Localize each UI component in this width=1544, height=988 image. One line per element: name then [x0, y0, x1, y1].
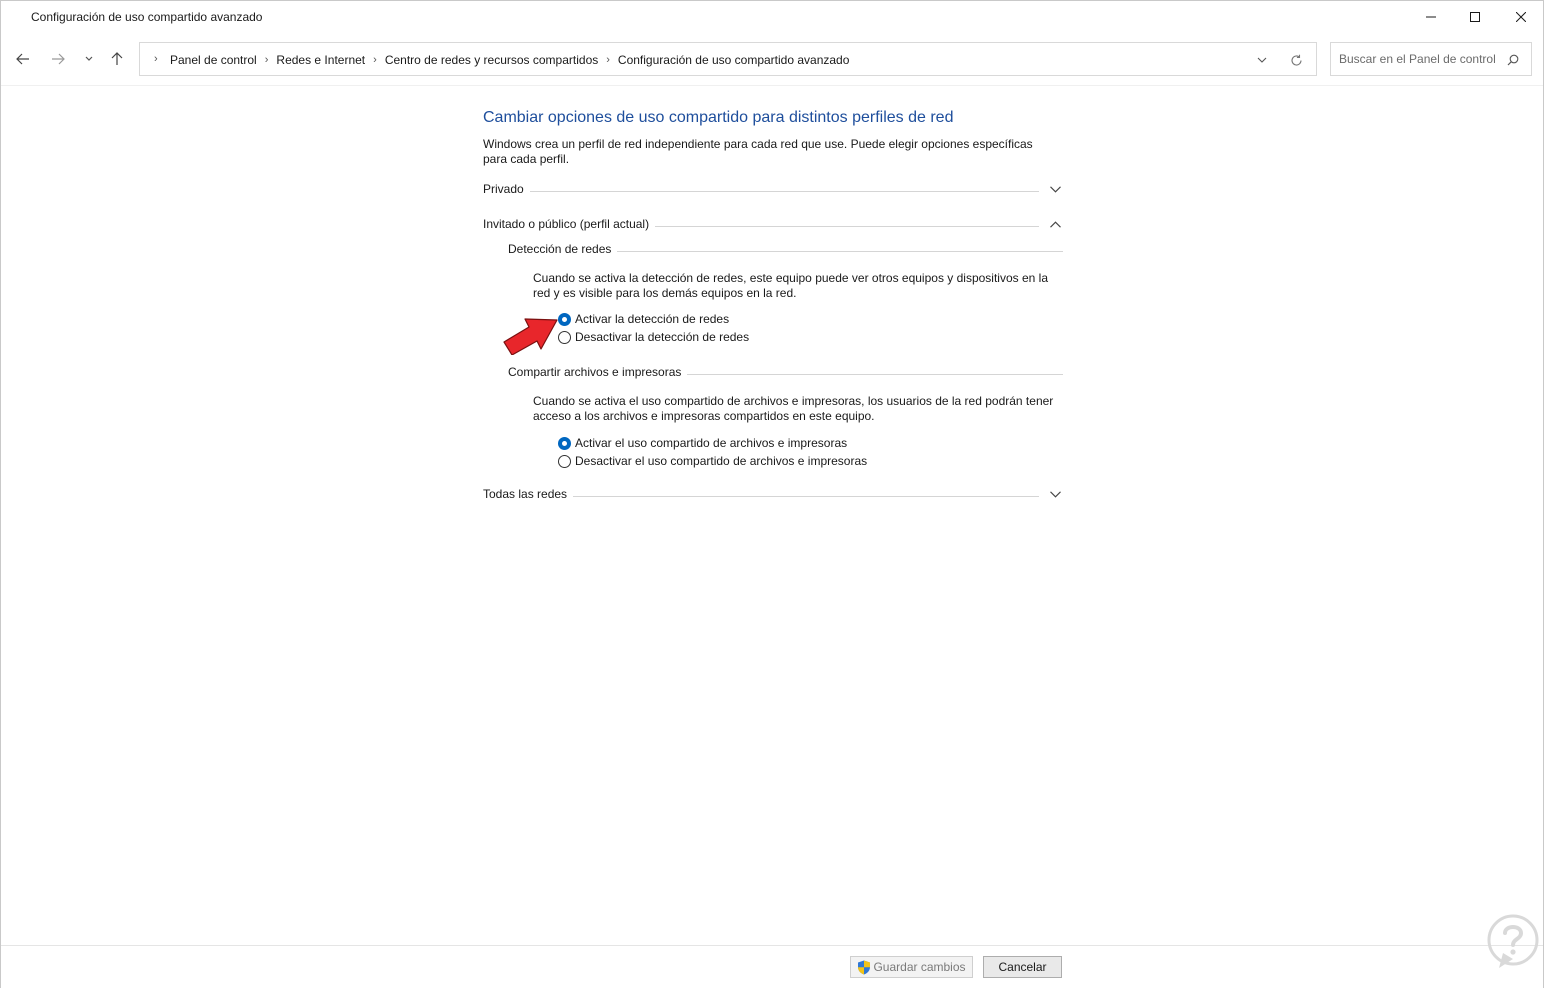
- radio-enable-network-discovery[interactable]: Activar la detección de redes: [558, 311, 729, 327]
- up-button[interactable]: [107, 49, 127, 69]
- close-button[interactable]: [1498, 1, 1544, 33]
- radio-enable-file-sharing[interactable]: Activar el uso compartido de archivos e …: [558, 435, 847, 451]
- breadcrumb-item-panel-de-control[interactable]: Panel de control: [170, 53, 257, 67]
- control-panel-window: Configuración de uso compartido avanzado…: [0, 0, 1544, 988]
- red-arrow-annotation: [503, 318, 558, 355]
- uac-shield-icon: [857, 960, 871, 975]
- navigation-bar: › Panel de control › Redes e Internet › …: [1, 39, 1543, 79]
- profile-label-all-networks: Todas las redes: [483, 487, 568, 501]
- arrow-right-icon: [52, 53, 65, 65]
- cancel-button[interactable]: Cancelar: [983, 956, 1062, 978]
- watermark-logo: [1487, 914, 1539, 968]
- radio-button[interactable]: [558, 454, 571, 468]
- profile-header-all-networks[interactable]: Todas las redes: [483, 485, 1063, 503]
- search-icon: [1507, 54, 1519, 66]
- divider: [617, 250, 1063, 252]
- minimize-icon: [1426, 16, 1436, 18]
- divider: [687, 373, 1063, 375]
- chevron-down-icon: [1050, 185, 1061, 193]
- radio-disable-network-discovery[interactable]: Desactivar la detección de redes: [558, 329, 749, 345]
- divider: [573, 495, 1039, 497]
- file-sharing-label: Compartir archivos e impresoras: [508, 365, 682, 379]
- breadcrumb-separator-icon: ›: [154, 53, 158, 65]
- expand-private-button[interactable]: [1039, 180, 1063, 198]
- file-sharing-description: Cuando se activa el uso compartido de ar…: [533, 394, 1054, 423]
- forward-button[interactable]: [48, 49, 68, 69]
- radio-label: Desactivar la detección de redes: [575, 330, 750, 344]
- profile-label-guest: Invitado o público (perfil actual): [483, 217, 650, 231]
- minimize-button[interactable]: [1408, 1, 1454, 33]
- profile-label-private: Privado: [483, 182, 524, 196]
- arrow-left-icon: [16, 53, 29, 65]
- address-history-button[interactable]: [1254, 52, 1270, 68]
- radio-label: Activar la detección de redes: [575, 312, 730, 326]
- page-title: Cambiar opciones de uso compartido para …: [483, 109, 954, 126]
- back-button[interactable]: [13, 49, 33, 69]
- maximize-button[interactable]: [1452, 1, 1498, 33]
- chevron-down-icon: [1257, 57, 1267, 63]
- title-bar: Configuración de uso compartido avanzado: [1, 1, 1543, 33]
- network-discovery-label: Detección de redes: [508, 242, 612, 256]
- chevron-down-icon: [1050, 490, 1061, 498]
- refresh-icon: [1290, 54, 1302, 66]
- breadcrumb-separator-icon: ›: [606, 54, 610, 66]
- chevron-down-icon: [85, 56, 93, 61]
- window-title: Configuración de uso compartido avanzado: [31, 10, 263, 24]
- recent-locations-button[interactable]: [79, 49, 99, 69]
- profile-header-guest[interactable]: Invitado o público (perfil actual): [483, 215, 1063, 233]
- search-box[interactable]: [1330, 42, 1532, 76]
- radio-label: Activar el uso compartido de archivos e …: [575, 436, 848, 450]
- breadcrumb-separator-icon: ›: [373, 54, 377, 66]
- network-discovery-description: Cuando se activa la detección de redes, …: [533, 271, 1048, 300]
- breadcrumb: › Panel de control › Redes e Internet › …: [154, 53, 849, 67]
- save-changes-label: Guardar cambios: [873, 960, 966, 974]
- close-icon: [1516, 12, 1526, 22]
- save-changes-button[interactable]: Guardar cambios: [850, 956, 973, 978]
- radio-button-checked[interactable]: [558, 436, 571, 450]
- breadcrumb-item-centro-de-redes[interactable]: Centro de redes y recursos compartidos: [385, 53, 598, 67]
- divider: [529, 190, 1039, 192]
- refresh-button[interactable]: [1288, 52, 1304, 68]
- divider: [1, 85, 1543, 86]
- network-discovery-header: Detección de redes: [508, 240, 1063, 258]
- page-description: Windows crea un perfil de red independie…: [483, 137, 1033, 166]
- maximize-icon: [1470, 12, 1480, 22]
- breadcrumb-separator-icon: ›: [264, 54, 269, 66]
- radio-label: Desactivar el uso compartido de archivos…: [575, 454, 868, 468]
- search-button[interactable]: [1505, 52, 1521, 68]
- file-sharing-header: Compartir archivos e impresoras: [508, 363, 1063, 381]
- arrow-up-icon: [111, 52, 123, 65]
- expand-all-networks-button[interactable]: [1039, 485, 1063, 503]
- chevron-up-icon: [1050, 220, 1061, 228]
- breadcrumb-item-redes-e-internet[interactable]: Redes e Internet: [276, 53, 365, 67]
- address-bar[interactable]: › Panel de control › Redes e Internet › …: [139, 42, 1317, 76]
- footer-bar: [1, 946, 1543, 988]
- profile-header-private[interactable]: Privado: [483, 180, 1063, 198]
- collapse-guest-button[interactable]: [1039, 215, 1063, 233]
- breadcrumb-item-current[interactable]: Configuración de uso compartido avanzado: [618, 53, 849, 67]
- search-input[interactable]: [1339, 52, 1504, 66]
- divider: [655, 225, 1039, 227]
- radio-disable-file-sharing[interactable]: Desactivar el uso compartido de archivos…: [558, 453, 867, 469]
